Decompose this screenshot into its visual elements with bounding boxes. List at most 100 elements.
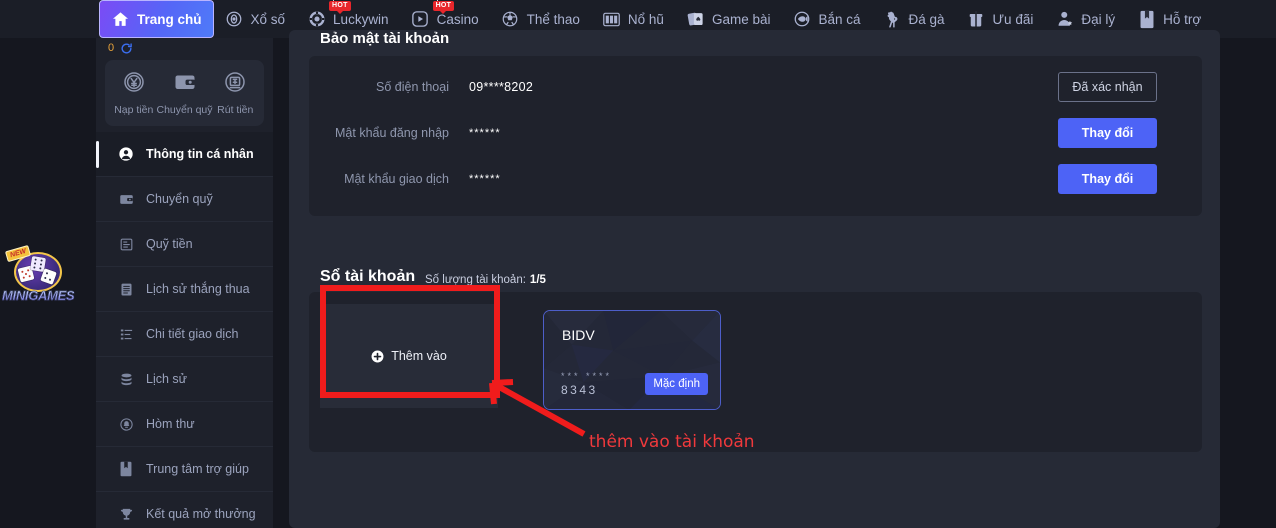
sidebar-item-label: Chuyển quỹ: [146, 192, 213, 206]
bank-name: BIDV: [562, 327, 595, 343]
sidebar-item-label: Kết quả mở thưởng: [146, 507, 256, 521]
refresh-icon[interactable]: [120, 42, 133, 55]
site-logo[interactable]: NEW MINIGAMES: [2, 244, 75, 310]
die-icon: [40, 268, 57, 285]
quick-actions-panel: Nạp tiền Chuyển quỹ Rút tiền: [105, 60, 264, 126]
sidebar-menu: Thông tin cá nhân Chuyển quỹ Quỹ tiền Lị…: [96, 132, 273, 528]
deposit-coin-icon: [122, 70, 146, 99]
agent-user-icon: [1055, 10, 1074, 29]
nav-label: Bắn cá: [818, 11, 861, 27]
nav-left-spacer: [0, 0, 96, 38]
slot-machine-icon: [602, 10, 621, 29]
default-account-badge[interactable]: Mặc định: [645, 373, 708, 395]
sidebar-item-label: Quỹ tiền: [146, 237, 193, 251]
sidebar-item-chi-tiet-giao-dich[interactable]: Chi tiết giao dịch: [96, 312, 273, 357]
book-support-icon: [1137, 10, 1156, 29]
hot-badge: HOT: [432, 0, 455, 14]
rooster-icon: [883, 10, 902, 29]
logo-text: MINIGAMES: [2, 288, 75, 304]
plus-circle-icon: [371, 350, 384, 363]
add-account-label: Thêm vào: [391, 349, 447, 363]
sidebar-item-quy-tien[interactable]: Quỹ tiền: [96, 222, 273, 267]
sidebar-item-hom-thu[interactable]: Hòm thư: [96, 402, 273, 447]
security-row-value: ******: [469, 127, 501, 139]
security-row-value: 09****8202: [469, 80, 534, 94]
main-content-panel: Bảo mật tài khoản Số điện thoại 09****82…: [289, 30, 1220, 528]
security-row-label: Mật khẩu đăng nhập: [335, 126, 449, 140]
security-row-phone: Số điện thoại 09****8202 Đã xác nhận: [309, 64, 1202, 110]
sidebar: 0 Nạp tiền Chuyển quỹ Rút tiền Thông tin…: [96, 38, 273, 528]
quick-action-label: Nạp tiền: [114, 104, 154, 116]
nav-label: Thể thao: [526, 11, 580, 27]
security-row-transaction-password: Mật khẩu giao dịch ****** Thay đổi: [309, 156, 1202, 202]
nav-label: Hỗ trợ: [1163, 11, 1202, 27]
quick-action-rut-tien[interactable]: Rút tiền: [211, 70, 261, 116]
balance-amount: 0: [108, 42, 115, 54]
nav-item-xo-so[interactable]: Xổ số: [214, 0, 297, 38]
quick-action-label: Chuyển quỹ: [156, 104, 213, 116]
sidebar-item-lich-su[interactable]: Lịch sử: [96, 357, 273, 402]
card-last-digits: 8343: [561, 383, 598, 397]
fund-icon: [118, 236, 134, 252]
annotation-text: thêm vào tài khoản: [589, 432, 755, 452]
nav-label: Đá gà: [908, 11, 945, 27]
security-label-box: Mật khẩu giao dịch: [309, 156, 449, 202]
nav-label: Trang chủ: [137, 11, 202, 27]
gift-box-icon: [967, 10, 986, 29]
playing-cards-icon: [686, 10, 705, 29]
nav-label: Đại lý: [1081, 11, 1116, 27]
transaction-detail-icon: [118, 326, 134, 342]
security-row-label: Mật khẩu giao dịch: [344, 172, 449, 186]
poker-chip-icon: [307, 10, 326, 29]
sidebar-item-label: Chi tiết giao dịch: [146, 327, 239, 341]
home-icon: [111, 10, 130, 29]
sidebar-item-label: Trung tâm trợ giúp: [146, 462, 249, 476]
security-panel: Số điện thoại 09****8202 Đã xác nhận Mật…: [309, 56, 1202, 216]
sidebar-item-lich-su-thang-thua[interactable]: Lịch sử thắng thua: [96, 267, 273, 312]
wallet-transfer-icon: [173, 70, 197, 99]
bank-card-bidv[interactable]: BIDV *** **** 8343 Mặc định: [543, 310, 721, 410]
nav-label: Xổ số: [250, 11, 286, 27]
sidebar-item-thong-tin-ca-nhan[interactable]: Thông tin cá nhân: [96, 132, 273, 177]
lottery-ball-icon: [225, 10, 244, 29]
security-row-value: ******: [469, 173, 501, 185]
withdraw-atm-icon: [223, 70, 247, 99]
help-center-icon: [118, 461, 134, 477]
security-label-box: Số điện thoại: [309, 64, 449, 110]
phone-verified-button[interactable]: Đã xác nhận: [1058, 72, 1157, 102]
history-icon: [118, 371, 134, 387]
quick-action-chuyen-quy[interactable]: Chuyển quỹ: [156, 70, 213, 116]
change-login-password-button[interactable]: Thay đổi: [1058, 118, 1157, 148]
quick-action-label: Rút tiền: [217, 104, 254, 116]
security-row-login-password: Mật khẩu đăng nhập ****** Thay đổi: [309, 110, 1202, 156]
hot-badge: HOT: [329, 0, 351, 14]
fish-icon: [792, 10, 811, 29]
security-section-title: Bảo mật tài khoản: [320, 30, 450, 47]
sidebar-item-ket-qua-mo-thuong[interactable]: Kết quả mở thưởng: [96, 492, 273, 528]
accounts-panel: Thêm vào BIDV *** **** 8343 Mặc định: [309, 292, 1202, 452]
nav-item-trang-chu[interactable]: Trang chủ: [99, 0, 214, 38]
soccer-ball-icon: [501, 10, 520, 29]
mailbox-icon: [118, 416, 134, 432]
play-circle-icon: [411, 10, 430, 29]
nav-label: Nổ hũ: [627, 11, 664, 27]
sidebar-item-label: Lịch sử thắng thua: [146, 282, 250, 296]
accounts-section-title: Sổ tài khoản: [320, 268, 416, 285]
security-label-box: Mật khẩu đăng nhập: [309, 110, 449, 156]
add-account-card[interactable]: Thêm vào: [320, 304, 498, 408]
win-loss-history-icon: [118, 281, 134, 297]
sidebar-item-label: Thông tin cá nhân: [146, 147, 254, 161]
sidebar-item-label: Lịch sử: [146, 372, 188, 386]
nav-label: Game bài: [711, 11, 771, 27]
change-transaction-password-button[interactable]: Thay đổi: [1058, 164, 1157, 194]
sidebar-item-trung-tam-tro-giup[interactable]: Trung tâm trợ giúp: [96, 447, 273, 492]
user-profile-icon: [118, 146, 134, 162]
card-number-mask: *** ****: [561, 371, 613, 381]
accounts-count: Số lượng tài khoản: 1/5: [425, 274, 546, 286]
accounts-count-label: Số lượng tài khoản:: [425, 274, 526, 286]
sidebar-item-label: Hòm thư: [146, 417, 195, 431]
security-row-label: Số điện thoại: [376, 80, 449, 94]
quick-action-nap-tien[interactable]: Nạp tiền: [109, 70, 159, 116]
sidebar-item-chuyen-quy[interactable]: Chuyển quỹ: [96, 177, 273, 222]
balance-row: 0: [96, 38, 273, 58]
